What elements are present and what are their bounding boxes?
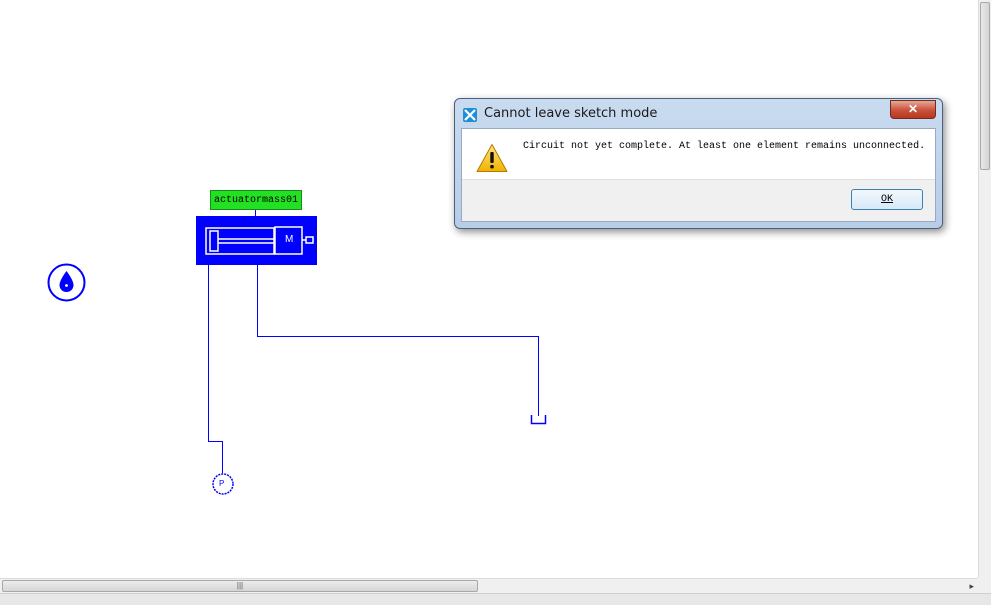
actuator-label[interactable]: actuatormass01	[210, 190, 302, 210]
status-strip	[0, 593, 991, 605]
close-button[interactable]: ✕	[890, 100, 936, 119]
warning-icon	[476, 144, 508, 172]
wire-left-horizontal[interactable]	[208, 441, 223, 442]
tank-icon[interactable]	[530, 414, 547, 425]
vertical-scroll-thumb[interactable]	[980, 2, 990, 170]
pump-symbol: P	[219, 479, 225, 488]
button-area: OK	[462, 179, 935, 221]
mass-symbol: M	[285, 234, 294, 245]
app-icon	[463, 108, 477, 122]
vertical-scrollbar[interactable]	[978, 0, 991, 578]
wire-left-vertical[interactable]	[208, 265, 209, 442]
hydraulic-source-icon[interactable]	[46, 262, 87, 303]
scroll-corner	[978, 578, 991, 593]
wire-right-horizontal[interactable]	[257, 336, 539, 337]
ok-button[interactable]: OK	[851, 189, 923, 210]
scroll-right-arrow-icon[interactable]: ▸	[969, 581, 974, 592]
message-area: Circuit not yet complete. At least one e…	[462, 129, 935, 179]
wire-right-vertical[interactable]	[257, 258, 258, 337]
scroll-grip: |||	[236, 581, 244, 590]
horizontal-scrollbar[interactable]: ||| ▸	[0, 578, 978, 593]
wire-left-down[interactable]	[222, 441, 223, 473]
wire-right-down[interactable]	[538, 336, 539, 416]
dialog-body: Circuit not yet complete. At least one e…	[461, 128, 936, 222]
horizontal-scroll-thumb[interactable]: |||	[2, 580, 478, 592]
message-dialog: Cannot leave sketch mode ✕ Circuit not y…	[454, 98, 943, 229]
close-icon: ✕	[907, 102, 919, 116]
sketch-canvas[interactable]: actuatormass01 M P	[0, 0, 978, 578]
dialog-title: Cannot leave sketch mode	[484, 106, 658, 121]
dialog-message: Circuit not yet complete. At least one e…	[523, 141, 926, 152]
